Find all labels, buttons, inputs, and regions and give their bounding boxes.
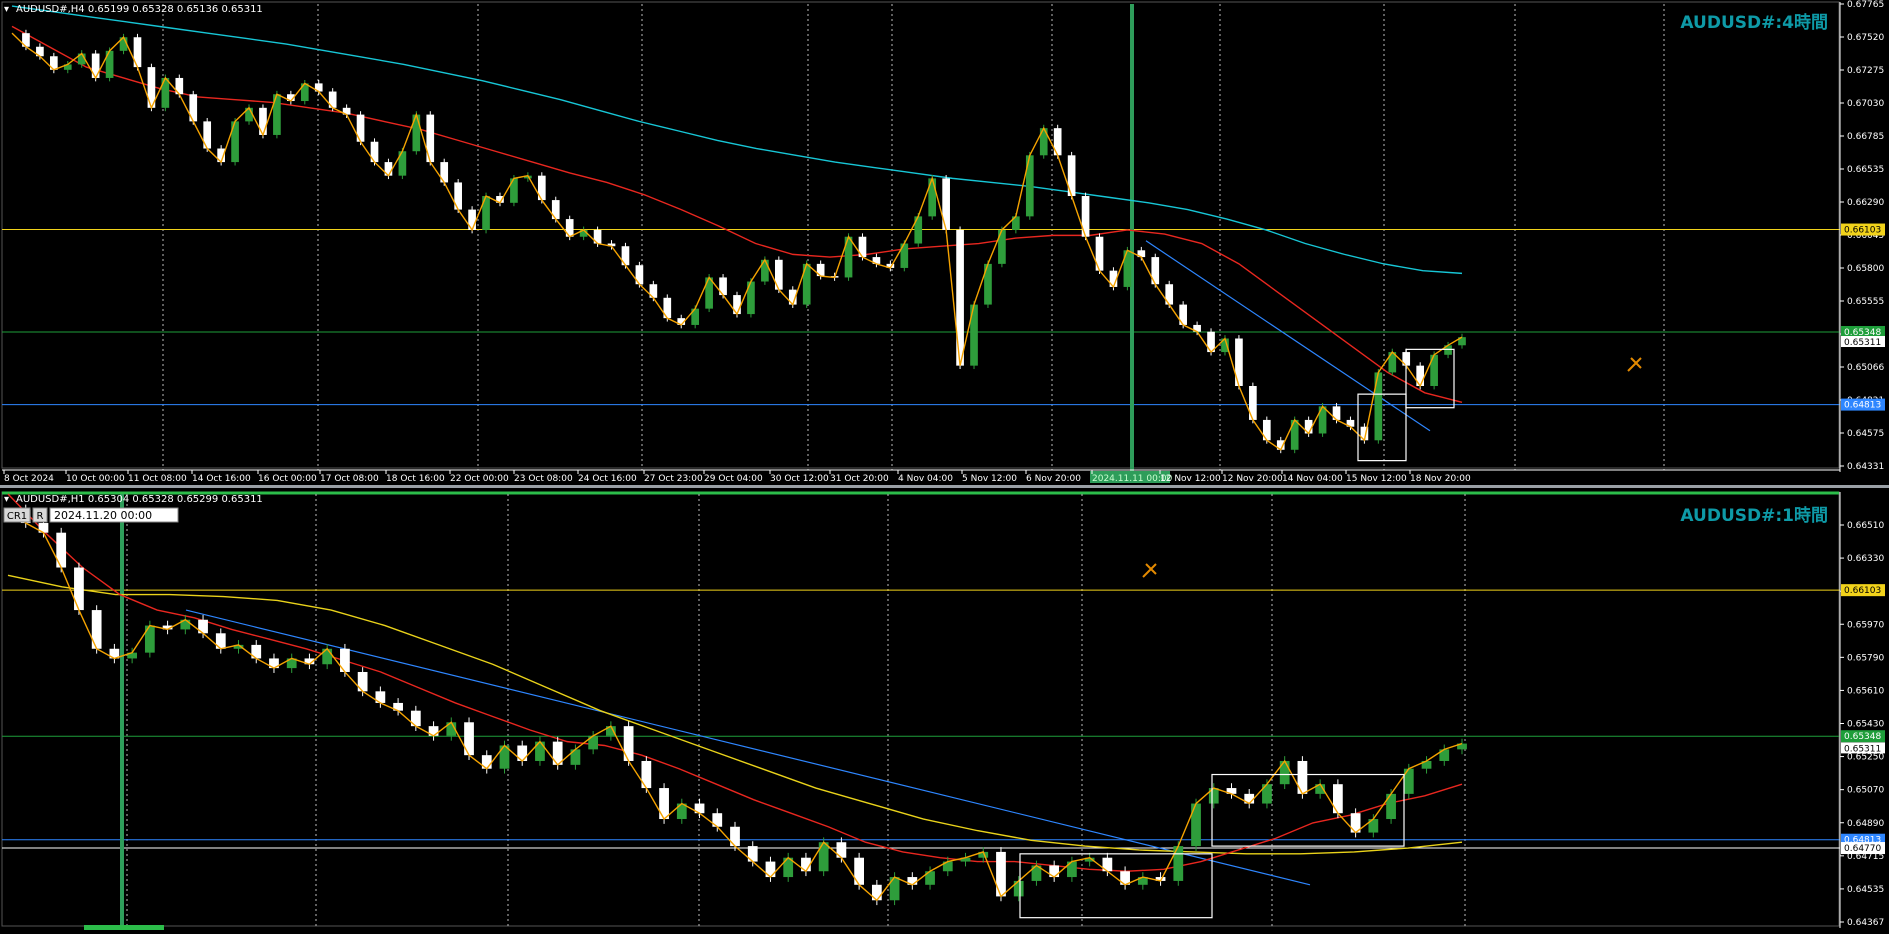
h4-timeframe-watermark: AUDUSD#:4時間 — [1680, 12, 1828, 33]
bot-price-tick-label: 0.65430 — [1847, 720, 1884, 730]
top-price-tick-label: 0.66290 — [1847, 198, 1884, 208]
h4-time-tick-label: 12 Nov 20:00 — [1222, 474, 1283, 484]
h4-time-tick-label: 29 Oct 04:00 — [704, 474, 763, 484]
bot-price-tick-label: 0.65970 — [1847, 620, 1884, 630]
h4-time-tick-label: 5 Nov 12:00 — [962, 474, 1017, 484]
h4-time-tick-label: 4 Nov 04:00 — [898, 474, 953, 484]
h4-time-tick-label: 12 Nov 12:00 — [1160, 474, 1221, 484]
top-last-price-label: 0.65311 — [1844, 338, 1881, 348]
bot-price-tick-label: 0.65790 — [1847, 653, 1884, 663]
h4-time-tick-label: 22 Oct 00:00 — [450, 474, 509, 484]
h4-time-tick-label: 14 Nov 04:00 — [1282, 474, 1343, 484]
h4-crosshair-vertical — [1130, 4, 1134, 478]
top-price-tick-label: 0.67275 — [1847, 66, 1884, 76]
h4-time-tick-label: 30 Oct 12:00 — [770, 474, 829, 484]
bot-price-tick-label: 0.65070 — [1847, 786, 1884, 796]
top-price-tick-label: 0.64575 — [1847, 429, 1884, 439]
h4-time-tick-label: 27 Oct 23:00 — [644, 474, 703, 484]
top-price-tick-label: 0.64331 — [1847, 462, 1884, 472]
top-cursor-line — [1130, 4, 1134, 478]
h4-time-tick-label: 18 Nov 20:00 — [1410, 474, 1471, 484]
bot-price-tick-label: 0.64535 — [1847, 885, 1884, 895]
h4-symbol-header: AUDUSD#,H4 0.65199 0.65328 0.65136 0.653… — [16, 4, 263, 15]
h1-scroll-marker[interactable] — [84, 925, 164, 930]
h1-crosshair-vertical — [120, 494, 124, 934]
h1-r-label: R — [37, 511, 44, 522]
bot-level-tag-label: 0.64770 — [1844, 844, 1881, 854]
bot-price-tick-label: 0.65610 — [1847, 686, 1884, 696]
h4-collapse-arrow-icon[interactable]: ▾ — [4, 4, 9, 15]
bot-price-tick-label: 0.64367 — [1847, 918, 1884, 928]
h4-time-tick-label: 6 Nov 20:00 — [1026, 474, 1081, 484]
top-level-tag-label: 0.66103 — [1844, 226, 1881, 236]
h4-time-tick-label: 18 Oct 16:00 — [386, 474, 445, 484]
h4-time-tick-label: 14 Oct 16:00 — [192, 474, 251, 484]
h4-time-tick-label: 8 Oct 2024 — [4, 474, 54, 484]
top-price-tick-label: 0.67030 — [1847, 99, 1884, 109]
bot-price-tick-label: 0.66330 — [1847, 554, 1884, 564]
top-price-tick-label: 0.66535 — [1847, 165, 1884, 175]
h4-time-tick-label: 17 Oct 08:00 — [320, 474, 379, 484]
panel-divider[interactable] — [0, 485, 1889, 488]
h4-time-tick-label: 24 Oct 16:00 — [578, 474, 637, 484]
h1-date-value: 2024.11.20 00:00 — [54, 509, 152, 522]
h1-collapse-arrow-icon[interactable]: ▾ — [4, 494, 9, 505]
top-price-tick-label: 0.65800 — [1847, 264, 1884, 274]
bot-last-price-label: 0.65311 — [1844, 744, 1881, 754]
h1-cr1-label: CR1 — [7, 511, 27, 522]
top-level-tag-label: 0.64813 — [1844, 401, 1881, 411]
bot-price-tick-label: 0.66510 — [1847, 521, 1884, 531]
h1-timeframe-watermark: AUDUSD#:1時間 — [1680, 505, 1828, 526]
h4-price-axis[interactable]: 0.67765 0.67520 0.67275 0.67030 0.66785 0.665… — [1839, 0, 1885, 472]
h1-toolbar: CR1 R 2024.11.20 00:00 — [3, 507, 179, 523]
h1-symbol-header: AUDUSD#,H1 0.65304 0.65328 0.65299 0.653… — [16, 494, 263, 505]
h4-time-tick-label: 10 Oct 00:00 — [66, 474, 125, 484]
h4-time-tick-label: 16 Oct 00:00 — [258, 474, 317, 484]
top-price-tick-label: 0.67520 — [1847, 33, 1884, 43]
h4-time-tick-label: 31 Oct 20:00 — [830, 474, 889, 484]
top-price-tick-label: 0.66785 — [1847, 132, 1884, 142]
h4-time-tick-label: 15 Nov 12:00 — [1346, 474, 1407, 484]
top-price-tick-label: 0.65555 — [1847, 297, 1884, 307]
h4-time-tick-label: 11 Oct 08:00 — [128, 474, 187, 484]
mt4-chart-window: 0.67765 0.67520 0.67275 0.67030 0.66785 0.665… — [0, 0, 1889, 934]
top-price-tick-label: 0.65066 — [1847, 363, 1884, 373]
bot-level-tag-label: 0.65348 — [1844, 732, 1881, 742]
bot-cursor-line — [120, 494, 124, 934]
bot-level-tag-label: 0.66103 — [1844, 586, 1881, 596]
h4-time-tick-label: 23 Oct 08:00 — [514, 474, 573, 484]
bot-price-tick-label: 0.64890 — [1847, 819, 1884, 829]
top-price-tick-label: 0.67765 — [1847, 0, 1884, 10]
window-background — [0, 0, 1889, 930]
bot-candle-body — [996, 851, 1006, 897]
